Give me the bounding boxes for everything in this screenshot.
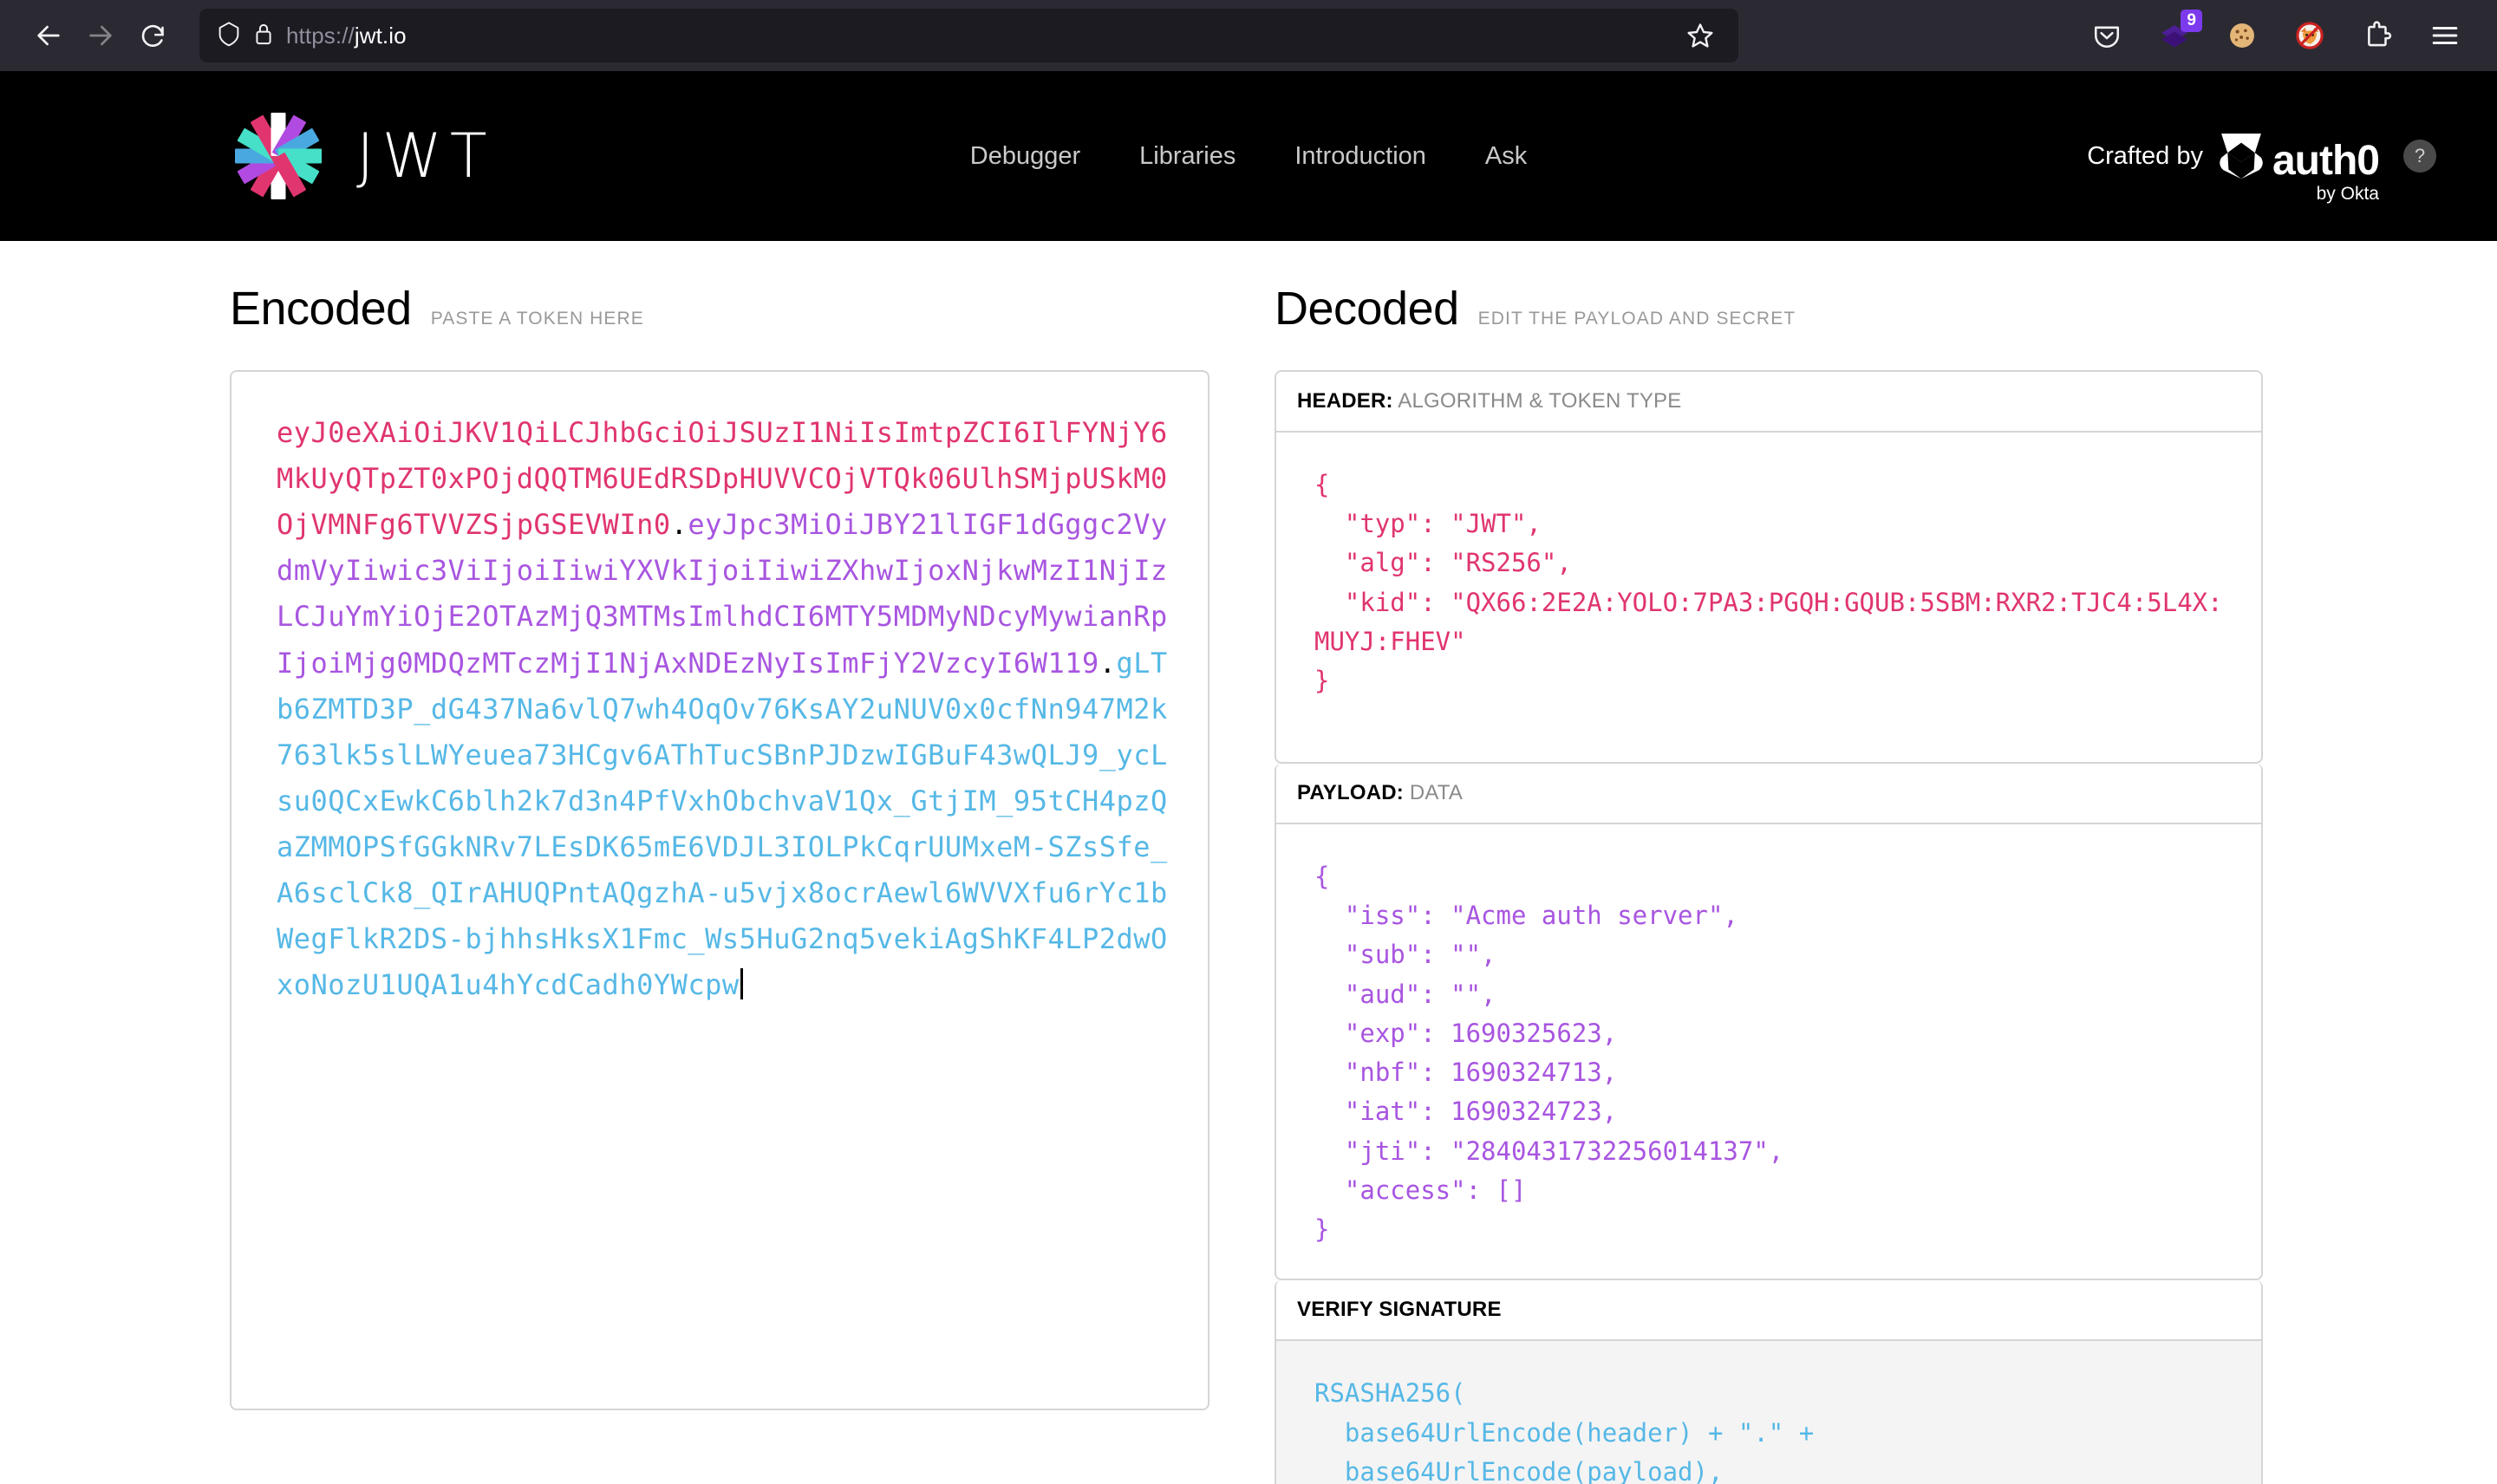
token-signature-segment: gLTb6ZMTD3P_dG437Na6vlQ7wh4OqOv76KsAY2uN… (277, 646, 1168, 1002)
decoded-subtitle: EDIT THE PAYLOAD AND SECRET (1477, 309, 1796, 329)
pocket-icon[interactable] (2083, 11, 2131, 60)
extension-badge-count: 9 (2181, 10, 2202, 32)
url-text[interactable]: https://jwt.io (286, 23, 1664, 49)
verify-signature-label: VERIFY SIGNATURE (1276, 1280, 2261, 1342)
help-button[interactable]: ? (2403, 140, 2436, 172)
debugger-main: Encoded PASTE A TOKEN HERE eyJ0eXAiOiJKV… (0, 241, 2497, 1484)
payload-json-editor[interactable]: { "iss": "Acme auth server", "sub": "", … (1276, 824, 2261, 1279)
encoded-heading: Encoded PASTE A TOKEN HERE (230, 282, 1275, 335)
nav-item-debugger[interactable]: Debugger (970, 142, 1080, 171)
jwt-brand[interactable]: JWT (230, 107, 495, 205)
verify-signature-panel: VERIFY SIGNATURE RSASHA256( base64UrlEnc… (1275, 1280, 2263, 1484)
payload-panel-label-sub: DATA (1409, 781, 1464, 804)
encoded-token-input[interactable]: eyJ0eXAiOiJKV1QiLCJhbGciOiJSUzI1NiIsImtp… (230, 370, 1209, 1410)
header-panel-label: HEADER: ALGORITHM & TOKEN TYPE (1276, 372, 2261, 433)
decoded-heading: Decoded EDIT THE PAYLOAD AND SECRET (1275, 282, 2267, 335)
auth0-wordmark: auth0 (2272, 137, 2380, 184)
no-fox-extension-icon[interactable] (2285, 11, 2334, 60)
address-bar[interactable]: https://jwt.io (199, 9, 1738, 62)
reload-icon[interactable] (127, 10, 179, 62)
lock-icon[interactable] (253, 22, 274, 50)
url-scheme: https:// (286, 22, 355, 49)
back-arrow-icon[interactable] (23, 10, 75, 62)
payload-panel-label-bold: PAYLOAD: (1297, 781, 1404, 804)
encoded-title: Encoded (230, 283, 412, 335)
payload-panel-label: PAYLOAD: DATA (1276, 764, 2261, 824)
header-panel-label-bold: HEADER: (1297, 389, 1393, 413)
jwt-token-text[interactable]: eyJ0eXAiOiJKV1QiLCJhbGciOiJSUzI1NiIsImtp… (277, 410, 1170, 1008)
forward-arrow-icon[interactable] (75, 10, 127, 62)
site-header: JWT Debugger Libraries Introduction Ask … (0, 71, 2497, 241)
verify-signature-label-bold: VERIFY SIGNATURE (1297, 1298, 1502, 1322)
text-caret (740, 968, 743, 1000)
cookie-extension-icon[interactable] (2218, 11, 2266, 60)
encoded-column: Encoded PASTE A TOKEN HERE eyJ0eXAiOiJKV… (0, 241, 1275, 1484)
nav-item-ask[interactable]: Ask (1485, 142, 1527, 171)
crafted-by-auth0: Crafted by auth0 by Okta ? (2087, 132, 2436, 204)
decoded-title: Decoded (1275, 283, 1459, 335)
auth0-logo[interactable]: auth0 by Okta (2219, 132, 2380, 204)
app-menu-icon[interactable] (2421, 11, 2469, 60)
verify-signature-body: RSASHA256( base64UrlEncode(header) + "."… (1276, 1341, 2261, 1484)
browser-toolbar: https://jwt.io 9 (0, 0, 2497, 71)
browser-extensions-area: 9 (2083, 10, 2474, 60)
header-json-editor[interactable]: { "typ": "JWT", "alg": "RS256", "kid": "… (1276, 433, 2261, 762)
extensions-puzzle-icon[interactable] (2353, 11, 2402, 60)
crafted-by-label: Crafted by (2087, 141, 2203, 170)
star-icon[interactable] (1676, 14, 1724, 57)
nav-item-libraries[interactable]: Libraries (1139, 142, 1235, 171)
site-nav: Debugger Libraries Introduction Ask (970, 142, 1527, 171)
url-host: jwt.io (354, 22, 407, 49)
layers-extension-icon[interactable]: 9 (2150, 10, 2202, 60)
auth0-shield-icon (2220, 133, 2263, 179)
by-okta-label: by Okta (2316, 184, 2379, 204)
nav-item-introduction[interactable]: Introduction (1294, 142, 1426, 171)
header-panel-label-sub: ALGORITHM & TOKEN TYPE (1398, 389, 1682, 413)
header-panel: HEADER: ALGORITHM & TOKEN TYPE { "typ": … (1275, 370, 2263, 764)
jwt-logo-icon (230, 107, 327, 205)
decoded-panels: HEADER: ALGORITHM & TOKEN TYPE { "typ": … (1275, 370, 2263, 1484)
decoded-column: Decoded EDIT THE PAYLOAD AND SECRET HEAD… (1275, 241, 2497, 1484)
token-separator-2: . (1099, 646, 1117, 680)
payload-panel: PAYLOAD: DATA { "iss": "Acme auth server… (1275, 764, 2263, 1281)
encoded-subtitle: PASTE A TOKEN HERE (430, 309, 644, 329)
verify-signature-code: RSASHA256( base64UrlEncode(header) + "."… (1314, 1378, 1815, 1484)
token-separator-1: . (670, 508, 688, 542)
jwt-wordmark: JWT (356, 120, 495, 192)
shield-icon[interactable] (217, 21, 241, 51)
